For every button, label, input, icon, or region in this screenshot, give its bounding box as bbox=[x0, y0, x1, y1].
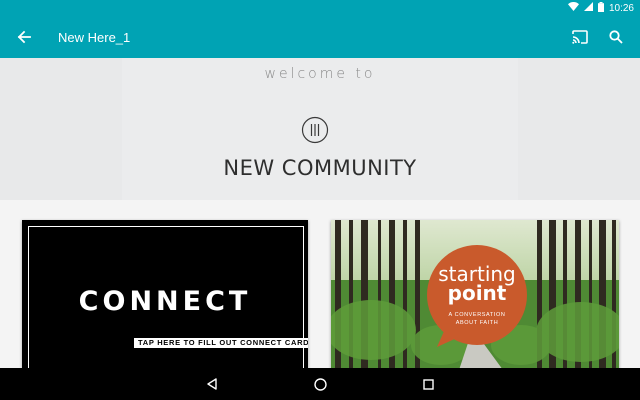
connect-card[interactable]: CONNECT TAP HERE TO FILL OUT CONNECT CAR… bbox=[22, 220, 308, 370]
screen: 10:26 New Here_1 welcome to NEW COMMUNIT… bbox=[0, 0, 640, 400]
welcome-text: welcome to bbox=[264, 66, 376, 82]
starting-point-subtitle-line1: A CONVERSATION bbox=[448, 312, 506, 318]
cast-button[interactable] bbox=[562, 16, 598, 58]
starting-point-card[interactable]: starting point A CONVERSATION ABOUT FAIT… bbox=[331, 220, 619, 370]
search-icon bbox=[609, 30, 623, 44]
nav-home-button[interactable] bbox=[300, 368, 340, 400]
recents-square-icon bbox=[422, 378, 434, 390]
back-arrow-icon bbox=[17, 30, 31, 44]
home-circle-icon bbox=[313, 377, 327, 391]
nav-recents-button[interactable] bbox=[408, 368, 448, 400]
app-bar: New Here_1 bbox=[0, 16, 640, 58]
starting-point-subtitle-line2: ABOUT FAITH bbox=[455, 320, 499, 326]
community-title: NEW COMMUNITY bbox=[223, 156, 417, 180]
clock: 10:26 bbox=[608, 2, 634, 14]
hero-banner: welcome to NEW COMMUNITY bbox=[0, 58, 640, 200]
wifi-icon bbox=[567, 2, 579, 14]
navigation-bar bbox=[0, 368, 640, 400]
back-button[interactable] bbox=[0, 16, 48, 58]
back-triangle-icon bbox=[207, 378, 217, 390]
page-title: New Here_1 bbox=[58, 29, 131, 45]
signal-icon bbox=[583, 2, 593, 14]
search-button[interactable] bbox=[598, 16, 634, 58]
nav-back-button[interactable] bbox=[192, 368, 232, 400]
content-area: CONNECT TAP HERE TO FILL OUT CONNECT CAR… bbox=[0, 200, 640, 370]
status-bar: 10:26 bbox=[0, 0, 640, 16]
connect-title: CONNECT bbox=[78, 286, 252, 317]
starting-point-title-line2: point bbox=[447, 281, 507, 305]
battery-icon bbox=[597, 1, 604, 15]
connect-caption: TAP HERE TO FILL OUT CONNECT CARD bbox=[134, 338, 308, 348]
cast-icon bbox=[572, 30, 588, 44]
community-logo-icon bbox=[301, 116, 329, 144]
